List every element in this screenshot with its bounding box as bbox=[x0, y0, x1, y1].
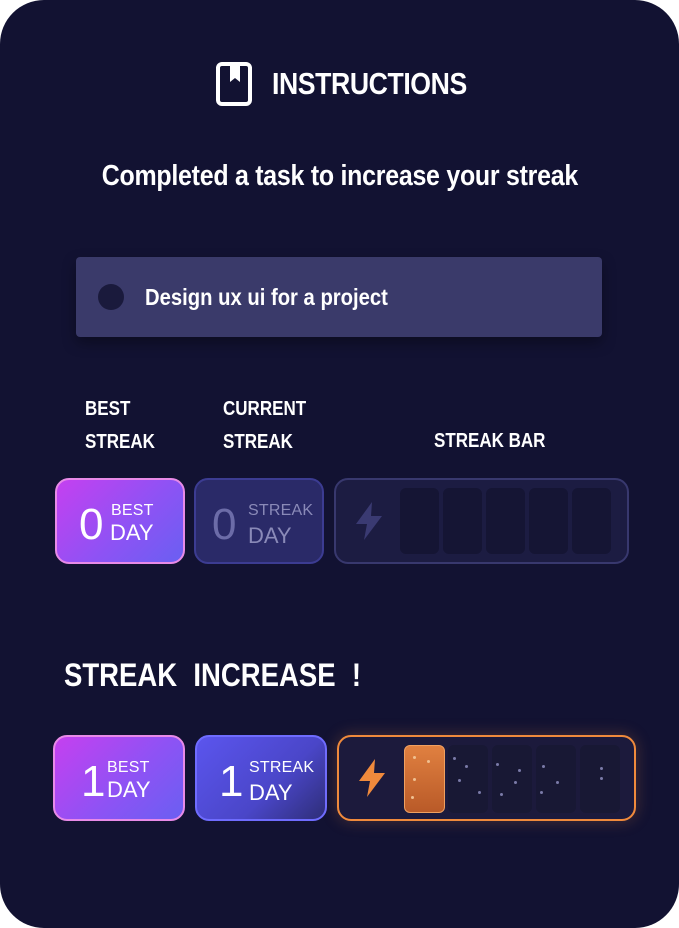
sparkle bbox=[500, 793, 503, 796]
streak-increase-title: STREAK INCREASE ! bbox=[64, 657, 362, 693]
current-streak-label-line1: CURRENT bbox=[223, 398, 307, 420]
streak-bar-empty bbox=[334, 478, 629, 564]
task-item[interactable]: Design ux ui for a project bbox=[76, 257, 602, 337]
streak-cell bbox=[580, 745, 620, 813]
current-streak-value: 0 bbox=[212, 500, 237, 549]
best-streak-label-line1: BEST bbox=[85, 398, 131, 420]
sparkle bbox=[465, 765, 468, 768]
streak-bar-filled bbox=[337, 735, 636, 821]
sparkle bbox=[540, 791, 543, 794]
streak-cell bbox=[529, 488, 568, 554]
instruction-text-label: Completed a task to increase your streak bbox=[101, 160, 578, 192]
sparkle bbox=[453, 757, 456, 760]
current-streak-label-line2: STREAK bbox=[223, 431, 293, 453]
sparkle bbox=[556, 781, 559, 784]
current-streak-day-label: DAY bbox=[248, 523, 292, 548]
sparkle bbox=[600, 777, 603, 780]
current-streak-label: CURRENT STREAK bbox=[223, 393, 306, 459]
best-streak-top-label: BEST bbox=[107, 759, 150, 776]
best-streak-label-line2: STREAK bbox=[85, 431, 155, 453]
sparkle bbox=[514, 781, 517, 784]
best-streak-day-label: DAY bbox=[107, 777, 151, 802]
streak-cell bbox=[486, 488, 525, 554]
current-streak-top-label: STREAK bbox=[249, 759, 315, 776]
task-label: Design ux ui for a project bbox=[145, 284, 388, 310]
current-streak-day-label: DAY bbox=[249, 780, 293, 805]
sparkle bbox=[478, 791, 481, 794]
lightning-icon-active bbox=[359, 759, 385, 797]
streak-bar-label: STREAK BAR bbox=[434, 430, 546, 452]
best-streak-label: BEST STREAK bbox=[85, 393, 155, 459]
streak-cell bbox=[536, 745, 576, 813]
streak-cell bbox=[572, 488, 611, 554]
sparkle bbox=[600, 767, 603, 770]
best-streak-badge: 0 BEST DAY bbox=[55, 478, 185, 564]
lightning-icon bbox=[356, 502, 382, 540]
sparkle bbox=[413, 756, 416, 759]
best-streak-top-label: BEST bbox=[111, 502, 154, 519]
current-streak-top-label: STREAK bbox=[248, 502, 314, 519]
sparkle bbox=[518, 769, 521, 772]
instructions-card: INSTRUCTIONS Completed a task to increas… bbox=[0, 0, 679, 928]
streak-cell bbox=[492, 745, 532, 813]
book-icon bbox=[216, 62, 252, 106]
current-streak-badge: 0 STREAK DAY bbox=[194, 478, 324, 564]
streak-cell bbox=[400, 488, 439, 554]
current-streak-value: 1 bbox=[219, 757, 244, 806]
streak-cell bbox=[448, 745, 488, 813]
sparkle bbox=[496, 763, 499, 766]
best-streak-badge-updated: 1 BEST DAY bbox=[53, 735, 185, 821]
header: INSTRUCTIONS bbox=[216, 62, 499, 106]
sparkle bbox=[427, 760, 430, 763]
streak-cell-filled bbox=[404, 745, 445, 813]
streak-cell bbox=[443, 488, 482, 554]
sparkle bbox=[413, 778, 416, 781]
instruction-text: Completed a task to increase your streak bbox=[0, 160, 679, 193]
best-streak-day-label: DAY bbox=[110, 520, 154, 545]
sparkle bbox=[458, 779, 461, 782]
sparkle bbox=[542, 765, 545, 768]
current-streak-badge-updated: 1 STREAK DAY bbox=[195, 735, 327, 821]
best-streak-value: 0 bbox=[79, 500, 104, 549]
task-checkbox[interactable] bbox=[98, 284, 124, 310]
sparkle bbox=[411, 796, 414, 799]
header-title: INSTRUCTIONS bbox=[272, 66, 467, 101]
best-streak-value: 1 bbox=[81, 757, 106, 806]
